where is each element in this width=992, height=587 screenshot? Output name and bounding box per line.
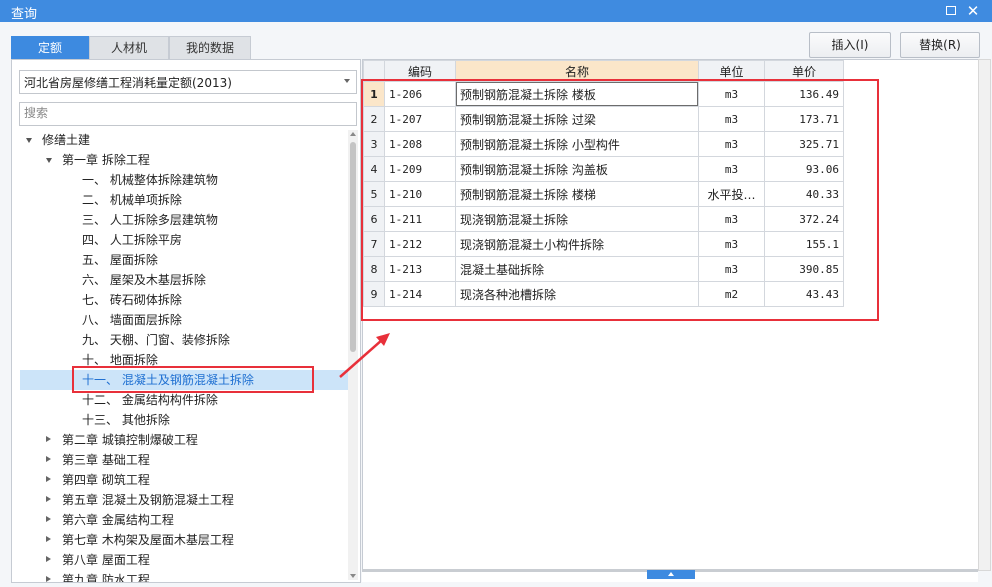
- expand-right-icon[interactable]: [46, 536, 51, 542]
- close-button[interactable]: ✕: [964, 2, 982, 20]
- expand-down-icon[interactable]: [26, 138, 32, 143]
- expand-right-icon[interactable]: [46, 456, 51, 462]
- tree-item-section[interactable]: 三、 人工拆除多层建筑物: [82, 210, 218, 230]
- tree-item-section[interactable]: 八、 墙面面层拆除: [82, 310, 182, 330]
- panel-splitter-handle[interactable]: [647, 570, 695, 579]
- expand-right-icon[interactable]: [46, 496, 51, 502]
- quota-library-select[interactable]: 河北省房屋修缮工程消耗量定额(2013): [19, 70, 357, 94]
- insert-button[interactable]: 插入(I): [809, 32, 891, 58]
- window-title: 查询: [11, 7, 38, 22]
- tree-item-chapter[interactable]: 第九章 防水工程: [62, 570, 150, 582]
- tree-item-section[interactable]: 一、 机械整体拆除建筑物: [82, 170, 218, 190]
- chapter-tree: 修缮土建 第一章 拆除工程 一、 机械整体拆除建筑物 二、 机械单项拆除 三、 人工拆除…: [12, 130, 348, 582]
- maximize-button[interactable]: [942, 2, 960, 20]
- annotation-box-selected-item: [72, 366, 314, 393]
- search-input[interactable]: [20, 103, 354, 123]
- expand-right-icon[interactable]: [46, 556, 51, 562]
- left-panel: 河北省房屋修缮工程消耗量定额(2013) 修缮土建第一章 拆除工程一、 机械整体…: [11, 59, 361, 583]
- tree-item-section[interactable]: 九、 天棚、门窗、装修拆除: [82, 330, 230, 350]
- tree-scroll-thumb[interactable]: [350, 142, 356, 352]
- tab-quota[interactable]: 定额: [11, 36, 89, 59]
- scroll-up-icon[interactable]: [350, 132, 356, 136]
- chevron-up-icon: [668, 572, 674, 576]
- tree-item-chapter[interactable]: 第四章 砌筑工程: [62, 470, 150, 490]
- chevron-down-icon[interactable]: [344, 79, 350, 83]
- expand-right-icon[interactable]: [46, 476, 51, 482]
- tree-item-section[interactable]: 五、 屋面拆除: [82, 250, 158, 270]
- tab-my-data[interactable]: 我的数据: [169, 36, 251, 59]
- search-field[interactable]: [19, 102, 357, 126]
- tree-item-section[interactable]: 四、 人工拆除平房: [82, 230, 182, 250]
- replace-button[interactable]: 替换(R): [900, 32, 980, 58]
- expand-down-icon[interactable]: [46, 158, 52, 163]
- tab-labor-material-machine[interactable]: 人材机: [89, 36, 169, 59]
- tree-item-chapter[interactable]: 第八章 屋面工程: [62, 550, 150, 570]
- tree-item-chapter[interactable]: 第六章 金属结构工程: [62, 510, 174, 530]
- tree-item-section[interactable]: 二、 机械单项拆除: [82, 190, 182, 210]
- tree-item-section[interactable]: 十三、 其他拆除: [82, 410, 170, 430]
- annotation-box-results: [361, 79, 879, 321]
- tree-item-chapter[interactable]: 第一章 拆除工程: [62, 150, 150, 170]
- tree-item-chapter[interactable]: 第二章 城镇控制爆破工程: [62, 430, 198, 450]
- results-vertical-scrollbar[interactable]: [978, 59, 991, 571]
- scroll-down-icon[interactable]: [350, 574, 356, 578]
- tree-scrollbar[interactable]: [348, 130, 358, 580]
- expand-right-icon[interactable]: [46, 436, 51, 442]
- tree-item-chapter[interactable]: 第五章 混凝土及钢筋混凝土工程: [62, 490, 234, 510]
- expand-right-icon[interactable]: [46, 516, 51, 522]
- tree-item-section[interactable]: 六、 屋架及木基层拆除: [82, 270, 206, 290]
- tree-item-chapter[interactable]: 第三章 基础工程: [62, 450, 150, 470]
- maximize-icon: [946, 6, 956, 15]
- tree-item-chapter[interactable]: 修缮土建: [42, 130, 90, 150]
- tree-item-chapter[interactable]: 第七章 木构架及屋面木基层工程: [62, 530, 234, 550]
- title-bar: 查询 ✕: [0, 0, 992, 22]
- expand-right-icon[interactable]: [46, 576, 51, 582]
- quota-library-value: 河北省房屋修缮工程消耗量定额(2013): [24, 76, 232, 90]
- tree-item-section[interactable]: 十二、 金属结构构件拆除: [82, 390, 218, 410]
- tree-item-section[interactable]: 七、 砖石砌体拆除: [82, 290, 182, 310]
